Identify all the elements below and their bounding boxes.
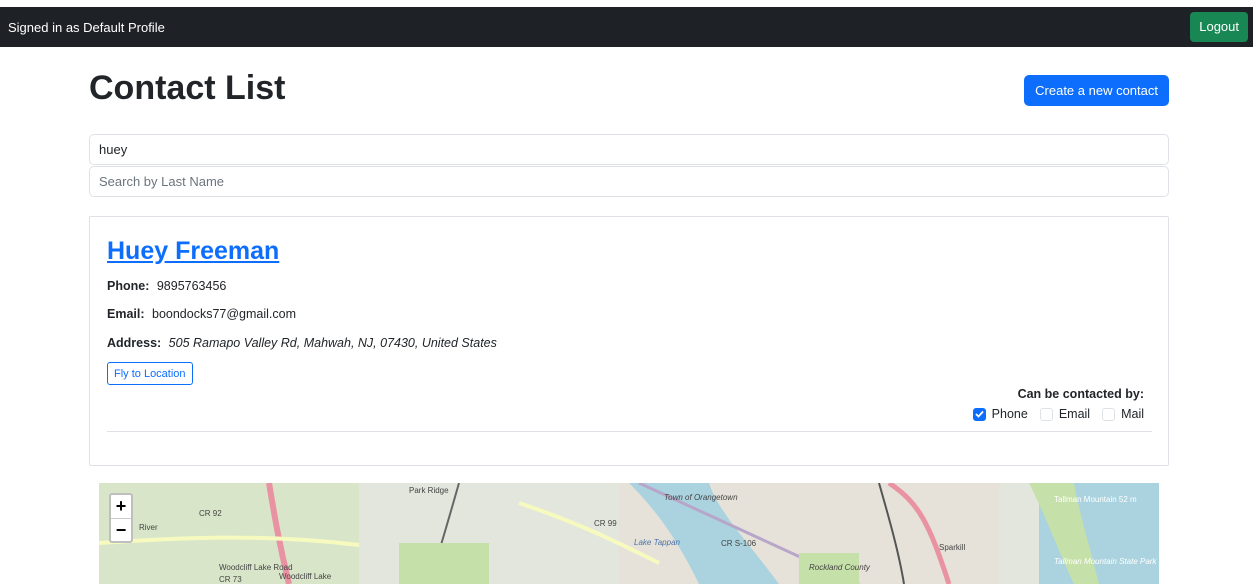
phone-label: Phone: bbox=[107, 279, 150, 293]
phone-row: Phone: 9895763456 bbox=[107, 279, 226, 293]
contact-preferences: Can be contacted by: Phone Email Mail bbox=[972, 387, 1144, 421]
option-mail[interactable]: Mail bbox=[1102, 407, 1144, 421]
phone-option-label: Phone bbox=[991, 407, 1028, 421]
map-label-park-ridge: Park Ridge bbox=[409, 486, 449, 495]
map-label-sparkill: Sparkill bbox=[939, 543, 966, 552]
map-label-orangetown: Town of Orangetown bbox=[664, 493, 738, 502]
card-divider bbox=[107, 431, 1152, 432]
page-title: Contact List bbox=[89, 69, 286, 107]
map-label-cr92: CR 92 bbox=[199, 509, 222, 518]
email-row: Email: boondocks77@gmail.com bbox=[107, 307, 296, 321]
last-name-search-input[interactable] bbox=[89, 166, 1169, 197]
option-email[interactable]: Email bbox=[1039, 407, 1091, 421]
mail-checkbox[interactable] bbox=[1102, 407, 1116, 421]
contact-card: Huey Freeman Phone: 9895763456 Email: bo… bbox=[89, 216, 1169, 466]
mail-option-label: Mail bbox=[1121, 407, 1144, 421]
map-label-cr99: CR 99 bbox=[594, 519, 617, 528]
top-navbar: Signed in as Default Profile Logout bbox=[0, 7, 1253, 47]
email-label: Email: bbox=[107, 307, 145, 321]
contact-options: Phone Email Mail bbox=[972, 407, 1144, 421]
fly-to-location-button[interactable]: Fly to Location bbox=[107, 362, 193, 385]
zoom-controls: + − bbox=[109, 493, 133, 543]
map-label-woodcliff-lake: Woodcliff Lake bbox=[279, 572, 332, 581]
zoom-out-button[interactable]: − bbox=[111, 518, 131, 541]
logout-button[interactable]: Logout bbox=[1190, 12, 1248, 42]
map-label-cr-s106: CR S-106 bbox=[721, 539, 757, 548]
create-contact-button[interactable]: Create a new contact bbox=[1024, 75, 1169, 106]
map-label-tallman-state-park: Tallman Mountain State Park bbox=[1054, 557, 1157, 566]
map-label-tallman-mountain: Tallman Mountain 52 m bbox=[1054, 495, 1137, 504]
map-label-lake-tappan: Lake Tappan bbox=[634, 538, 680, 547]
main-container: Contact List Create a new contact Huey F… bbox=[89, 47, 1169, 466]
first-name-search-input[interactable] bbox=[89, 134, 1169, 165]
address-value: 505 Ramapo Valley Rd, Mahwah, NJ, 07430,… bbox=[168, 336, 497, 350]
map-label-river: River bbox=[139, 523, 158, 532]
signed-in-text: Signed in as Default Profile bbox=[8, 19, 165, 35]
map-label-woodcliff-lake-road: Woodcliff Lake Road bbox=[219, 563, 293, 572]
phone-checkbox[interactable] bbox=[972, 407, 986, 421]
contact-by-label: Can be contacted by: bbox=[1017, 387, 1144, 401]
email-value: boondocks77@gmail.com bbox=[152, 307, 297, 321]
map-label-rockland-county: Rockland County bbox=[809, 563, 870, 572]
address-label: Address: bbox=[107, 336, 162, 350]
map-label-cr73: CR 73 bbox=[219, 575, 242, 584]
phone-value: 9895763456 bbox=[156, 279, 227, 293]
email-checkbox[interactable] bbox=[1039, 407, 1053, 421]
contact-name-link[interactable]: Huey Freeman bbox=[107, 237, 279, 266]
address-row: Address: 505 Ramapo Valley Rd, Mahwah, N… bbox=[107, 336, 497, 350]
option-phone[interactable]: Phone bbox=[972, 407, 1028, 421]
zoom-in-button[interactable]: + bbox=[111, 495, 131, 518]
email-option-label: Email bbox=[1058, 407, 1091, 421]
map-view[interactable]: + − Park Ridge CR 92 River CR 99 Lake Ta… bbox=[99, 483, 1159, 584]
header-row: Contact List Create a new contact bbox=[89, 47, 1169, 129]
